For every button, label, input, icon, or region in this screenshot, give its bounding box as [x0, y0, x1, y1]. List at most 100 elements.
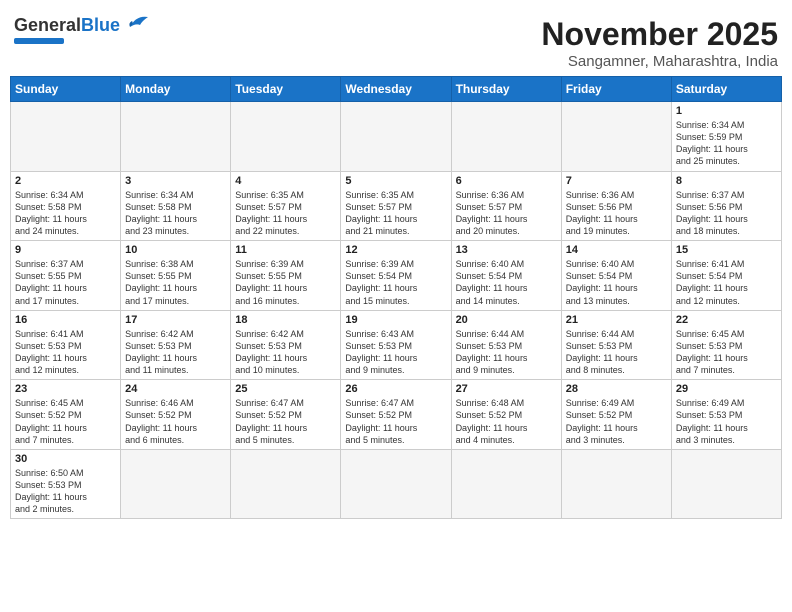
calendar-cell: 1Sunrise: 6:34 AM Sunset: 5:59 PM Daylig… [671, 102, 781, 172]
day-info: Sunrise: 6:40 AM Sunset: 5:54 PM Dayligh… [456, 258, 557, 307]
weekday-header-thursday: Thursday [451, 77, 561, 102]
logo-bird-icon [122, 13, 150, 35]
day-info: Sunrise: 6:47 AM Sunset: 5:52 PM Dayligh… [345, 397, 446, 446]
title-area: November 2025 Sangamner, Maharashtra, In… [541, 16, 778, 70]
day-info: Sunrise: 6:34 AM Sunset: 5:58 PM Dayligh… [15, 189, 116, 238]
day-number: 12 [345, 244, 446, 256]
calendar-cell: 8Sunrise: 6:37 AM Sunset: 5:56 PM Daylig… [671, 171, 781, 241]
day-info: Sunrise: 6:49 AM Sunset: 5:52 PM Dayligh… [566, 397, 667, 446]
day-number: 18 [235, 314, 336, 326]
calendar-cell: 17 Sunrise: 6:42 AM Sunset: 5:53 PM Dayli… [121, 310, 231, 380]
calendar-cell [341, 102, 451, 172]
day-info: Sunrise: 6:43 AM Sunset: 5:53 PM Dayligh… [345, 328, 446, 377]
day-info: Sunrise: 6:36 AM Sunset: 5:56 PM Dayligh… [566, 189, 667, 238]
calendar-cell: 10Sunrise: 6:38 AM Sunset: 5:55 PM Dayli… [121, 241, 231, 311]
day-number: 21 [566, 314, 667, 326]
day-number: 24 [125, 383, 226, 395]
day-info: Sunrise: 6:44 AM Sunset: 5:53 PM Dayligh… [566, 328, 667, 377]
day-info: Sunrise: 6:50 AM Sunset: 5:53 PM Dayligh… [15, 467, 116, 516]
calendar-table: SundayMondayTuesdayWednesdayThursdayFrid… [10, 76, 782, 519]
day-info: Sunrise: 6:34 AM Sunset: 5:58 PM Dayligh… [125, 189, 226, 238]
weekday-header-row: SundayMondayTuesdayWednesdayThursdayFrid… [11, 77, 782, 102]
calendar-cell [671, 449, 781, 519]
day-number: 14 [566, 244, 667, 256]
calendar-cell: 4 Sunrise: 6:35 AM Sunset: 5:57 PM Daylig… [231, 171, 341, 241]
day-number: 22 [676, 314, 777, 326]
day-info: Sunrise: 6:45 AM Sunset: 5:53 PM Dayligh… [676, 328, 777, 377]
day-info: Sunrise: 6:40 AM Sunset: 5:54 PM Dayligh… [566, 258, 667, 307]
day-number: 3 [125, 175, 226, 187]
calendar-cell: 30Sunrise: 6:50 AM Sunset: 5:53 PM Dayli… [11, 449, 121, 519]
month-title: November 2025 [541, 16, 778, 53]
day-number: 15 [676, 244, 777, 256]
calendar-cell: 22 Sunrise: 6:45 AM Sunset: 5:53 PM Dayli… [671, 310, 781, 380]
logo-underline [14, 38, 64, 44]
day-number: 20 [456, 314, 557, 326]
day-number: 19 [345, 314, 446, 326]
calendar-cell [341, 449, 451, 519]
calendar-cell: 13Sunrise: 6:40 AM Sunset: 5:54 PM Dayli… [451, 241, 561, 311]
calendar-cell: 7 Sunrise: 6:36 AM Sunset: 5:56 PM Daylig… [561, 171, 671, 241]
calendar-cell [451, 102, 561, 172]
logo: GeneralBlue [14, 16, 150, 44]
weekday-header-sunday: Sunday [11, 77, 121, 102]
day-info: Sunrise: 6:35 AM Sunset: 5:57 PM Dayligh… [345, 189, 446, 238]
day-number: 5 [345, 175, 446, 187]
day-info: Sunrise: 6:35 AM Sunset: 5:57 PM Dayligh… [235, 189, 336, 238]
day-number: 7 [566, 175, 667, 187]
calendar-cell: 23 Sunrise: 6:45 AM Sunset: 5:52 PM Dayli… [11, 380, 121, 450]
calendar-cell [451, 449, 561, 519]
calendar-cell: 25Sunrise: 6:47 AM Sunset: 5:52 PM Dayli… [231, 380, 341, 450]
logo-text: GeneralBlue [14, 16, 120, 36]
calendar-cell: 16 Sunrise: 6:41 AM Sunset: 5:53 PM Dayli… [11, 310, 121, 380]
day-number: 9 [15, 244, 116, 256]
day-number: 6 [456, 175, 557, 187]
calendar-cell: 27 Sunrise: 6:48 AM Sunset: 5:52 PM Dayli… [451, 380, 561, 450]
calendar-week-row: 30Sunrise: 6:50 AM Sunset: 5:53 PM Dayli… [11, 449, 782, 519]
day-info: Sunrise: 6:34 AM Sunset: 5:59 PM Dayligh… [676, 119, 777, 168]
day-info: Sunrise: 6:42 AM Sunset: 5:53 PM Dayligh… [125, 328, 226, 377]
day-number: 27 [456, 383, 557, 395]
calendar-week-row: 16 Sunrise: 6:41 AM Sunset: 5:53 PM Dayli… [11, 310, 782, 380]
weekday-header-saturday: Saturday [671, 77, 781, 102]
day-info: Sunrise: 6:45 AM Sunset: 5:52 PM Dayligh… [15, 397, 116, 446]
calendar-cell: 12 Sunrise: 6:39 AM Sunset: 5:54 PM Dayli… [341, 241, 451, 311]
day-number: 29 [676, 383, 777, 395]
day-info: Sunrise: 6:41 AM Sunset: 5:53 PM Dayligh… [15, 328, 116, 377]
calendar-cell: 15 Sunrise: 6:41 AM Sunset: 5:54 PM Dayli… [671, 241, 781, 311]
day-info: Sunrise: 6:44 AM Sunset: 5:53 PM Dayligh… [456, 328, 557, 377]
day-number: 17 [125, 314, 226, 326]
calendar-week-row: 2 Sunrise: 6:34 AM Sunset: 5:58 PM Daylig… [11, 171, 782, 241]
day-info: Sunrise: 6:46 AM Sunset: 5:52 PM Dayligh… [125, 397, 226, 446]
day-info: Sunrise: 6:41 AM Sunset: 5:54 PM Dayligh… [676, 258, 777, 307]
day-number: 23 [15, 383, 116, 395]
day-number: 8 [676, 175, 777, 187]
calendar-cell: 6Sunrise: 6:36 AM Sunset: 5:57 PM Daylig… [451, 171, 561, 241]
calendar-cell [231, 449, 341, 519]
calendar-cell [231, 102, 341, 172]
calendar-cell: 18 Sunrise: 6:42 AM Sunset: 5:53 PM Dayli… [231, 310, 341, 380]
calendar-cell: 11Sunrise: 6:39 AM Sunset: 5:55 PM Dayli… [231, 241, 341, 311]
day-info: Sunrise: 6:48 AM Sunset: 5:52 PM Dayligh… [456, 397, 557, 446]
day-info: Sunrise: 6:39 AM Sunset: 5:54 PM Dayligh… [345, 258, 446, 307]
calendar-cell: 21 Sunrise: 6:44 AM Sunset: 5:53 PM Dayli… [561, 310, 671, 380]
calendar-week-row: 23 Sunrise: 6:45 AM Sunset: 5:52 PM Dayli… [11, 380, 782, 450]
calendar-cell: 28Sunrise: 6:49 AM Sunset: 5:52 PM Dayli… [561, 380, 671, 450]
calendar-cell [121, 102, 231, 172]
calendar-cell: 2 Sunrise: 6:34 AM Sunset: 5:58 PM Daylig… [11, 171, 121, 241]
calendar-cell [561, 102, 671, 172]
day-number: 2 [15, 175, 116, 187]
day-info: Sunrise: 6:42 AM Sunset: 5:53 PM Dayligh… [235, 328, 336, 377]
calendar-cell: 20 Sunrise: 6:44 AM Sunset: 5:53 PM Dayli… [451, 310, 561, 380]
day-number: 25 [235, 383, 336, 395]
day-number: 4 [235, 175, 336, 187]
calendar-cell: 3 Sunrise: 6:34 AM Sunset: 5:58 PM Daylig… [121, 171, 231, 241]
calendar-cell: 26Sunrise: 6:47 AM Sunset: 5:52 PM Dayli… [341, 380, 451, 450]
calendar-week-row: 1Sunrise: 6:34 AM Sunset: 5:59 PM Daylig… [11, 102, 782, 172]
calendar-week-row: 9Sunrise: 6:37 AM Sunset: 5:55 PM Daylig… [11, 241, 782, 311]
location-title: Sangamner, Maharashtra, India [541, 53, 778, 70]
weekday-header-friday: Friday [561, 77, 671, 102]
day-number: 16 [15, 314, 116, 326]
calendar-cell: 5 Sunrise: 6:35 AM Sunset: 5:57 PM Daylig… [341, 171, 451, 241]
calendar-cell: 29Sunrise: 6:49 AM Sunset: 5:53 PM Dayli… [671, 380, 781, 450]
